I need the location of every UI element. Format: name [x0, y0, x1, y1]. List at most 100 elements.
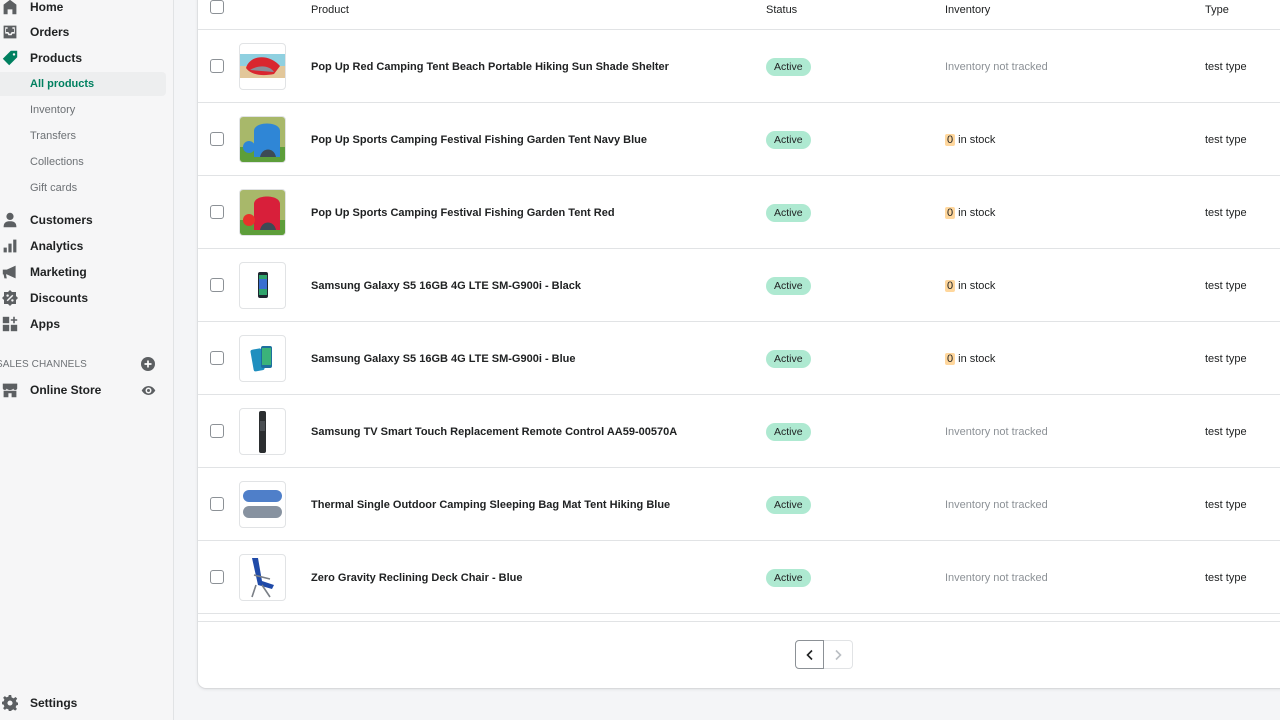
product-name-link[interactable]: Samsung Galaxy S5 16GB 4G LTE SM-G900i -… — [311, 249, 581, 322]
stock-suffix: in stock — [958, 279, 996, 292]
blue-garden-tent-image — [240, 117, 285, 162]
megaphone-icon — [1, 263, 19, 281]
table-row[interactable]: Pop Up Red Camping Tent Beach Portable H… — [198, 30, 1280, 103]
stock-suffix: in stock — [958, 133, 996, 146]
red-garden-tent-image — [240, 190, 285, 235]
product-thumbnail[interactable] — [239, 262, 286, 309]
nav-discounts[interactable]: Discounts — [0, 286, 166, 310]
product-thumbnail[interactable] — [239, 43, 286, 90]
nav-online-store[interactable]: Online Store — [0, 378, 166, 402]
sidebar-item-gift-cards[interactable]: Gift cards — [0, 176, 166, 200]
add-sales-channel-icon[interactable] — [141, 357, 155, 371]
status-badge: Active — [766, 350, 811, 368]
nav-customers[interactable]: Customers — [0, 208, 166, 232]
sidebar: Home Orders Products All products Invent… — [0, 0, 174, 720]
product-type: test type — [1205, 498, 1247, 511]
eye-icon[interactable] — [141, 383, 156, 398]
inventory-value: Inventory not tracked — [945, 498, 1048, 511]
row-checkbox[interactable] — [210, 497, 224, 511]
inventory-value: 0 in stock — [945, 322, 995, 395]
row-checkbox[interactable] — [210, 205, 224, 219]
table-row[interactable]: Pop Up Sports Camping Festival Fishing G… — [198, 176, 1280, 249]
product-thumbnail[interactable] — [239, 408, 286, 455]
row-checkbox[interactable] — [210, 424, 224, 438]
home-icon — [1, 0, 19, 16]
status-badge: Active — [766, 277, 811, 295]
black-phone-image — [258, 272, 268, 298]
product-thumbnail[interactable] — [239, 189, 286, 236]
nav-label: Products — [30, 51, 83, 65]
table-row[interactable]: Thermal Single Outdoor Camping Sleeping … — [198, 468, 1280, 541]
product-type: test type — [1205, 279, 1247, 292]
products-table-card: Product Status Inventory Type Pop Up Red… — [198, 0, 1280, 688]
table-row[interactable]: Samsung Galaxy S5 16GB 4G LTE SM-G900i -… — [198, 322, 1280, 395]
red-beach-tent-image — [240, 54, 285, 78]
sidebar-item-collections[interactable]: Collections — [0, 150, 166, 174]
sidebar-item-all-products[interactable]: All products — [0, 72, 166, 96]
product-name-link[interactable]: Samsung TV Smart Touch Replacement Remot… — [311, 395, 677, 468]
product-thumbnail[interactable] — [239, 116, 286, 163]
row-checkbox[interactable] — [210, 132, 224, 146]
sleeping-bag-image — [243, 490, 282, 518]
table-row[interactable]: Pop Up Sports Camping Festival Fishing G… — [198, 103, 1280, 176]
stock-count: 0 — [945, 133, 956, 146]
product-name-link[interactable]: Pop Up Sports Camping Festival Fishing G… — [311, 103, 647, 176]
column-header-product[interactable]: Product — [311, 0, 349, 30]
stock-suffix: in stock — [958, 352, 996, 365]
product-type: test type — [1205, 352, 1247, 365]
nav-analytics[interactable]: Analytics — [0, 234, 166, 258]
sidebar-item-transfers[interactable]: Transfers — [0, 124, 166, 148]
inventory-value: 0 in stock — [945, 103, 995, 176]
product-name-link[interactable]: Pop Up Red Camping Tent Beach Portable H… — [311, 30, 669, 103]
row-checkbox[interactable] — [210, 59, 224, 73]
table-row[interactable]: Zero Gravity Reclining Deck Chair - Blue… — [198, 541, 1280, 614]
column-header-status[interactable]: Status — [766, 0, 797, 30]
chevron-left-icon — [805, 649, 813, 660]
nav-label: Marketing — [30, 265, 87, 279]
inventory-value: Inventory not tracked — [945, 60, 1048, 73]
nav-label: Apps — [30, 317, 60, 331]
column-header-type[interactable]: Type — [1205, 0, 1229, 30]
product-name-link[interactable]: Zero Gravity Reclining Deck Chair - Blue — [311, 541, 523, 614]
table-footer-divider — [198, 621, 1280, 622]
orders-icon — [1, 23, 19, 41]
sales-channels-header: SALES CHANNELS — [0, 357, 166, 371]
nav-home[interactable]: Home — [0, 0, 166, 19]
product-thumbnail[interactable] — [239, 481, 286, 528]
sales-channels-title: SALES CHANNELS — [0, 358, 87, 370]
nav-apps[interactable]: Apps — [0, 312, 166, 336]
nav-marketing[interactable]: Marketing — [0, 260, 166, 284]
product-type: test type — [1205, 206, 1247, 219]
next-page-button[interactable] — [824, 640, 853, 669]
product-name-link[interactable]: Samsung Galaxy S5 16GB 4G LTE SM-G900i -… — [311, 322, 576, 395]
previous-page-button[interactable] — [795, 640, 824, 669]
row-checkbox[interactable] — [210, 278, 224, 292]
inventory-value: Inventory not tracked — [945, 571, 1048, 584]
stock-count: 0 — [945, 279, 956, 292]
status-badge: Active — [766, 496, 811, 514]
nav-products[interactable]: Products — [0, 46, 166, 70]
pagination — [795, 640, 853, 669]
nav-label: Analytics — [30, 239, 84, 253]
row-checkbox[interactable] — [210, 570, 224, 584]
product-name-link[interactable]: Thermal Single Outdoor Camping Sleeping … — [311, 468, 670, 541]
table-row[interactable]: Samsung Galaxy S5 16GB 4G LTE SM-G900i -… — [198, 249, 1280, 322]
product-thumbnail[interactable] — [239, 335, 286, 382]
status-badge: Active — [766, 131, 811, 149]
sidebar-item-inventory[interactable]: Inventory — [0, 98, 166, 122]
stock-count: 0 — [945, 206, 956, 219]
tag-icon — [1, 49, 19, 67]
bar-chart-icon — [1, 237, 19, 255]
column-header-inventory[interactable]: Inventory — [945, 0, 990, 30]
nav-orders[interactable]: Orders — [0, 20, 166, 44]
product-name-link[interactable]: Pop Up Sports Camping Festival Fishing G… — [311, 176, 615, 249]
table-row[interactable]: Samsung TV Smart Touch Replacement Remot… — [198, 395, 1280, 468]
row-checkbox[interactable] — [210, 351, 224, 365]
select-all-checkbox[interactable] — [210, 0, 224, 14]
store-icon — [1, 381, 19, 399]
nav-settings[interactable]: Settings — [0, 691, 166, 715]
nav-label: Orders — [30, 25, 70, 39]
nav-label: Online Store — [30, 383, 102, 397]
product-thumbnail[interactable] — [239, 554, 286, 601]
deck-chair-image — [251, 558, 274, 598]
